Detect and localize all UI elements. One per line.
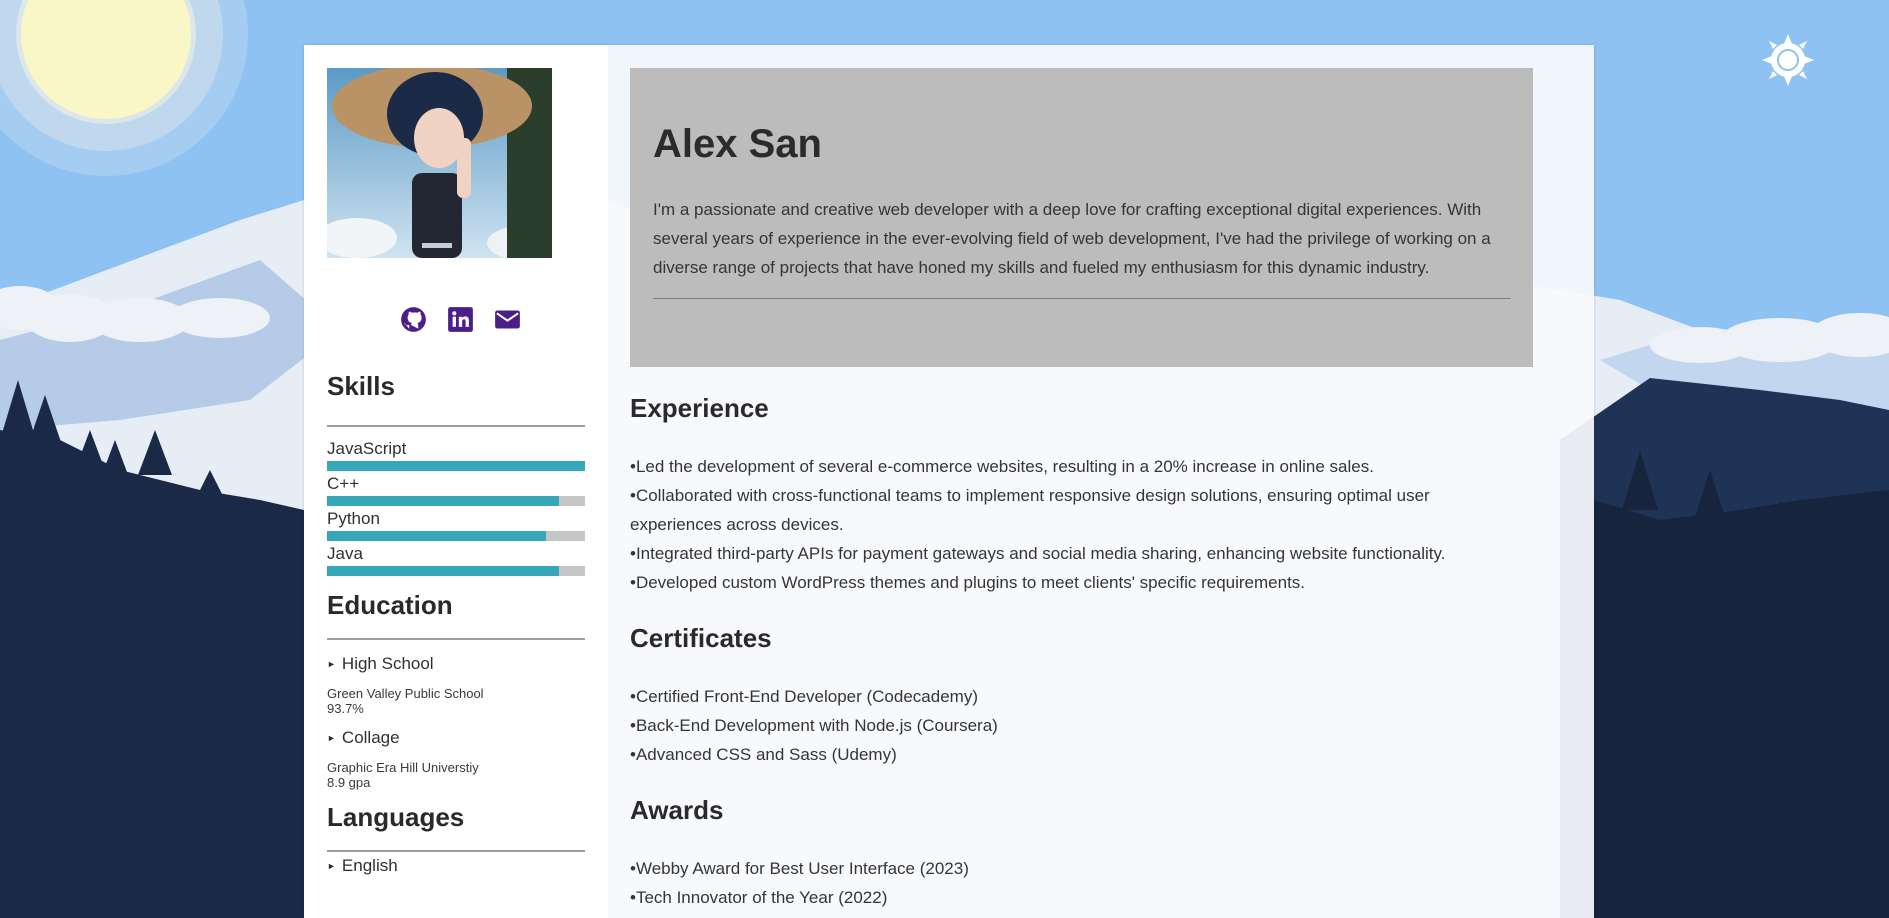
envelope-icon — [495, 310, 520, 329]
skill-bar-fill — [327, 566, 560, 576]
experience-list: Led the development of several e-commerc… — [630, 452, 1510, 597]
skill-name: Python — [327, 509, 380, 528]
main-content: Alex San I'm a passionate and creative w… — [608, 45, 1594, 918]
list-item: Led the development of several e-commerc… — [630, 452, 1510, 481]
skill-bar — [327, 461, 585, 471]
profile-photo — [327, 68, 552, 258]
certificates-heading: Certificates — [630, 623, 772, 653]
education-label: High School — [341, 654, 434, 673]
list-item: Back-End Development with Node.js (Cours… — [630, 711, 1510, 740]
github-icon — [401, 307, 426, 332]
languages-divider — [327, 850, 585, 852]
education-detail: Graphic Era Hill Universtiy 8.9 gpa — [327, 760, 586, 790]
list-item: Advanced CSS and Sass (Udemy) — [630, 740, 1510, 769]
list-item: Developed custom WordPress themes and pl… — [630, 568, 1510, 597]
education-detail: Green Valley Public School 93.7% — [327, 686, 586, 716]
language-item: ► English — [327, 856, 586, 876]
skills-divider — [327, 425, 585, 427]
education-divider — [327, 638, 585, 640]
awards-list: Webby Award for Best User Interface (202… — [630, 854, 1510, 912]
school-name: Graphic Era Hill Universtiy — [327, 760, 479, 775]
education-toggle[interactable]: ► High School — [327, 654, 586, 674]
linkedin-icon — [448, 307, 473, 332]
skill-name: C++ — [327, 474, 360, 493]
skill-bar-fill — [327, 496, 560, 506]
disclosure-triangle-icon: ► — [327, 659, 336, 669]
school-name: Green Valley Public School — [327, 686, 484, 701]
skill-bar — [327, 566, 585, 576]
skill-name: Java — [327, 544, 363, 563]
list-item: Certified Front-End Developer (Codecadem… — [630, 682, 1510, 711]
languages-heading: Languages — [327, 802, 465, 832]
social-links — [335, 306, 586, 333]
school-score: 8.9 gpa — [327, 775, 371, 790]
skill-bar-fill — [327, 531, 547, 541]
theme-toggle-button[interactable] — [1762, 34, 1814, 86]
list-item: Tech Innovator of the Year (2022) — [630, 883, 1510, 912]
disclosure-triangle-icon: ► — [327, 733, 336, 743]
education-heading: Education — [327, 590, 453, 620]
list-item: Collaborated with cross-functional teams… — [630, 481, 1510, 539]
linkedin-link[interactable] — [447, 306, 474, 333]
awards-heading: Awards — [630, 795, 724, 825]
sidebar: Skills JavaScript C++ Python Java Educat… — [304, 45, 608, 918]
skills-heading: Skills — [327, 371, 395, 401]
list-item: Webby Award for Best User Interface (202… — [630, 854, 1510, 883]
skill-item: Java — [327, 544, 586, 576]
disclosure-triangle-icon: ► — [327, 861, 336, 871]
email-link[interactable] — [494, 306, 521, 333]
intro-panel: Alex San I'm a passionate and creative w… — [630, 68, 1533, 367]
skill-bar — [327, 496, 585, 506]
skill-bar-fill — [327, 461, 585, 471]
profile-intro: I'm a passionate and creative web develo… — [653, 200, 1491, 277]
education-toggle[interactable]: ► Collage — [327, 728, 586, 748]
experience-section: Experience Led the development of severa… — [630, 393, 1594, 597]
experience-heading: Experience — [630, 393, 769, 423]
certificates-section: Certificates Certified Front-End Develop… — [630, 623, 1594, 769]
school-score: 93.7% — [327, 701, 364, 716]
awards-section: Awards Webby Award for Best User Interfa… — [630, 795, 1594, 912]
resume-card: Skills JavaScript C++ Python Java Educat… — [304, 45, 1594, 918]
intro-divider — [653, 298, 1511, 299]
skill-item: JavaScript — [327, 439, 586, 471]
skill-name: JavaScript — [327, 439, 407, 458]
education-item: ► Collage Graphic Era Hill Universtiy 8.… — [327, 728, 586, 790]
sun-icon — [1762, 34, 1814, 86]
skill-bar — [327, 531, 585, 541]
education-item: ► High School Green Valley Public School… — [327, 654, 586, 716]
github-link[interactable] — [400, 306, 427, 333]
list-item: Integrated third-party APIs for payment … — [630, 539, 1510, 568]
skill-item: Python — [327, 509, 586, 541]
language-label: English — [341, 856, 398, 875]
language-toggle[interactable]: ► English — [327, 856, 586, 876]
certificates-list: Certified Front-End Developer (Codecadem… — [630, 682, 1510, 769]
skill-item: C++ — [327, 474, 586, 506]
profile-name: Alex San — [653, 122, 822, 166]
education-label: Collage — [341, 728, 400, 747]
